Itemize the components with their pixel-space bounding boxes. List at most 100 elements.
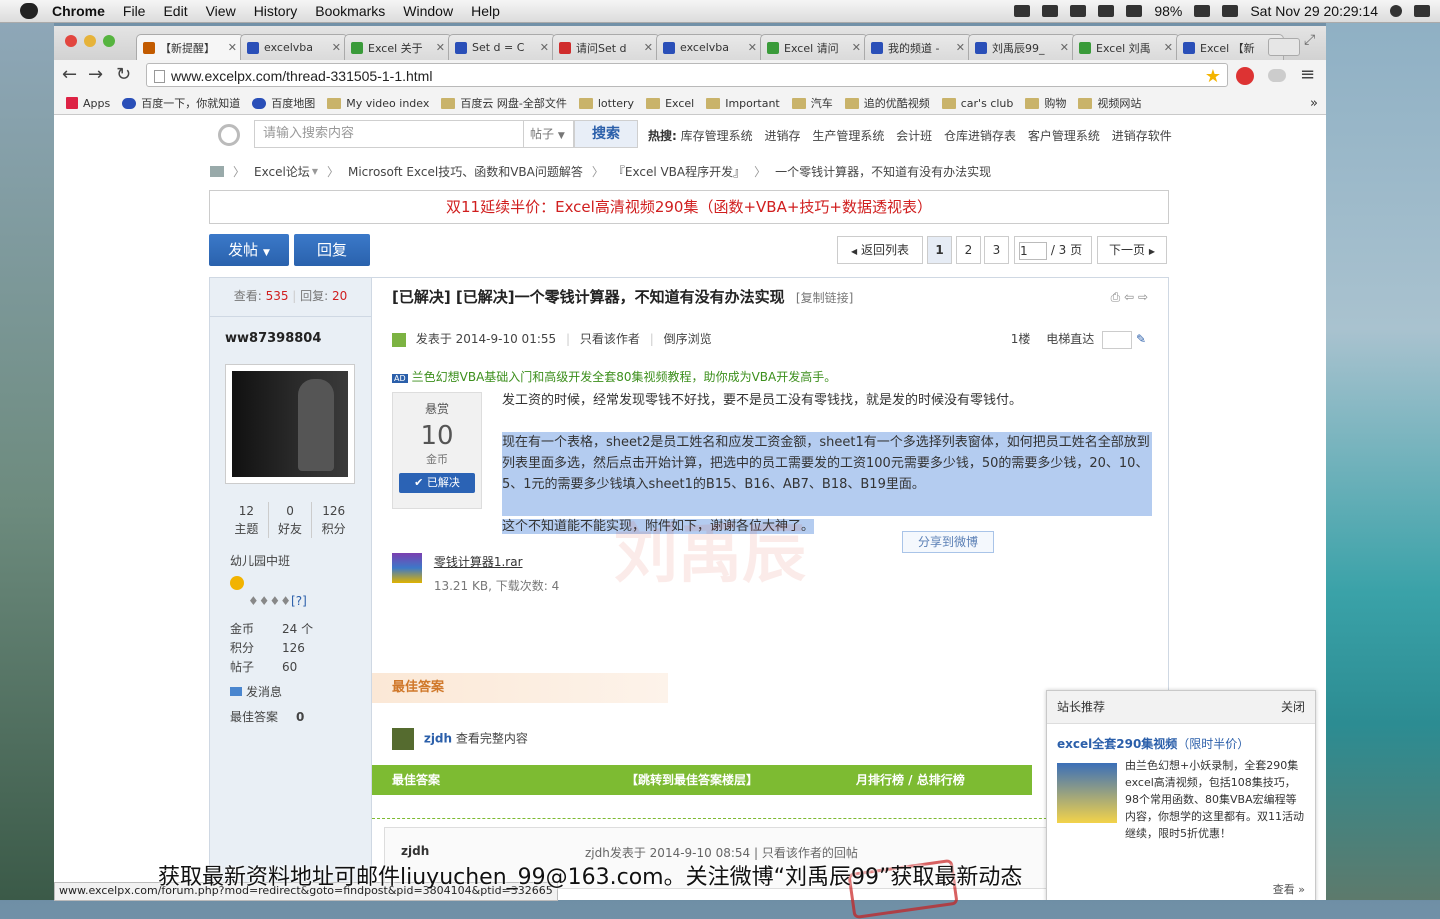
reload-button[interactable]: ↻: [116, 64, 131, 85]
close-tab-icon[interactable]: ✕: [332, 41, 341, 54]
post-ad-link[interactable]: AD 兰色幻想VBA基础入门和高级开发全套80集视频教程，助你成为VBA开发高手。: [392, 368, 836, 385]
floor-jump-go-icon[interactable]: ✎: [1136, 332, 1146, 346]
attachment-link[interactable]: 零钱计算器1.rar: [434, 555, 523, 569]
bookmark-item[interactable]: Important: [706, 97, 780, 110]
new-post-button[interactable]: 发帖 ▼: [209, 234, 289, 266]
forward-button[interactable]: →: [88, 64, 103, 85]
hot-link[interactable]: 生产管理系统: [812, 129, 884, 143]
hot-link[interactable]: 库存管理系统: [681, 129, 753, 143]
browser-tab[interactable]: Excel 刘禹 ✕: [1072, 34, 1180, 60]
menu-bookmarks[interactable]: Bookmarks: [315, 3, 385, 19]
browser-tab[interactable]: excelvba ✕: [240, 34, 348, 60]
bookmark-item[interactable]: 百度一下，你就知道: [122, 95, 240, 111]
bookmarks-overflow-icon[interactable]: »: [1310, 96, 1318, 111]
new-tab-button[interactable]: [1268, 38, 1300, 56]
send-message-link[interactable]: 发消息: [230, 683, 282, 700]
close-tab-icon[interactable]: ✕: [748, 41, 757, 54]
hot-link[interactable]: 客户管理系统: [1028, 129, 1100, 143]
menu-hamburger-icon[interactable]: ≡: [1300, 64, 1315, 85]
breadcrumb-section[interactable]: Microsoft Excel技巧、函数和VBA问题解答: [348, 163, 583, 180]
zoom-window-button[interactable]: [103, 35, 115, 47]
bookmark-item[interactable]: car's club: [941, 97, 1013, 110]
search-type-select[interactable]: 帖子 ▼: [524, 120, 574, 148]
hot-link[interactable]: 仓库进销存表: [944, 129, 1016, 143]
bookmark-item[interactable]: 百度地图: [252, 95, 315, 111]
only-author-link[interactable]: 只看该作者: [580, 332, 640, 346]
browser-tab[interactable]: 【新提醒】 ✕: [136, 34, 244, 60]
browser-tab[interactable]: excelvba ✕: [656, 34, 764, 60]
hot-link[interactable]: 会计班: [896, 129, 932, 143]
bluetooth-icon[interactable]: [1070, 5, 1087, 17]
browser-tab[interactable]: 刘禹辰99_ ✕: [968, 34, 1076, 60]
topics-count[interactable]: 12: [239, 504, 254, 518]
extension-icon[interactable]: [1236, 67, 1254, 85]
close-tab-icon[interactable]: ✕: [644, 41, 653, 54]
input-source-flag-icon[interactable]: [1222, 5, 1239, 17]
address-bar[interactable]: www.excelpx.com/thread-331505-1-1.html ★: [146, 63, 1228, 87]
bookmark-item[interactable]: 百度云 网盘-全部文件: [441, 95, 567, 111]
menu-window[interactable]: Window: [403, 3, 453, 19]
breadcrumb-forum[interactable]: Excel论坛: [254, 163, 310, 180]
extension-cloud-icon[interactable]: [1268, 69, 1286, 82]
recommend-close-button[interactable]: 关闭: [1281, 691, 1305, 723]
friends-count[interactable]: 0: [286, 504, 294, 518]
time-machine-icon[interactable]: [1042, 5, 1059, 17]
minimize-window-button[interactable]: [84, 35, 96, 47]
close-tab-icon[interactable]: ✕: [436, 41, 445, 54]
browser-tab[interactable]: Excel 请问 ✕: [760, 34, 868, 60]
page-1-button[interactable]: 1: [927, 236, 952, 264]
share-weibo-button[interactable]: 分享到微博: [902, 531, 994, 553]
points-count[interactable]: 126: [322, 504, 345, 518]
close-tab-icon[interactable]: ✕: [540, 41, 549, 54]
screen-recorder-icon[interactable]: [1014, 5, 1031, 17]
search-button[interactable]: 搜索: [574, 120, 638, 148]
menu-edit[interactable]: Edit: [163, 3, 187, 19]
copy-link-button[interactable]: [复制链接]: [796, 291, 853, 305]
recommend-more-link[interactable]: 查看 »: [1273, 881, 1305, 897]
rankings-link[interactable]: 月排行榜 / 总排行榜: [856, 765, 965, 795]
browser-tab[interactable]: Excel 关于 ✕: [344, 34, 452, 60]
bookmark-item[interactable]: My video index: [327, 97, 429, 110]
close-tab-icon[interactable]: ✕: [228, 41, 237, 54]
battery-icon[interactable]: [1194, 5, 1211, 17]
reverse-order-link[interactable]: 倒序浏览: [664, 332, 712, 346]
print-icon[interactable]: ⎙: [1111, 290, 1121, 304]
bookmark-item[interactable]: 视频网站: [1078, 95, 1141, 111]
wifi-icon[interactable]: [1098, 5, 1115, 17]
prev-thread-icon[interactable]: ⇦: [1124, 290, 1134, 304]
browser-tab[interactable]: 请问Set d ✕: [552, 34, 660, 60]
bookmark-item[interactable]: Excel: [646, 97, 694, 110]
medal-gems-icon[interactable]: ♦♦♦♦[?]: [248, 594, 307, 608]
browser-tab[interactable]: 我的频道 - ✕: [864, 34, 972, 60]
bookmark-item[interactable]: lottery: [578, 97, 634, 110]
bookmark-item[interactable]: Apps: [66, 97, 110, 110]
reply-button[interactable]: 回复: [294, 234, 370, 266]
best-answer-user[interactable]: zjdh: [424, 732, 452, 746]
view-full-link[interactable]: 查看完整内容: [456, 732, 528, 746]
notification-center-icon[interactable]: [1414, 5, 1430, 17]
search-input[interactable]: 请输入搜索内容: [254, 120, 524, 148]
next-page-button[interactable]: 下一页 ▶: [1097, 236, 1167, 264]
bookmark-star-icon[interactable]: ★: [1205, 64, 1221, 88]
avatar[interactable]: [225, 364, 355, 484]
bookmark-item[interactable]: 汽车: [791, 95, 833, 111]
jump-to-best-answer-link[interactable]: 【跳转到最佳答案楼层】: [626, 765, 758, 795]
close-tab-icon[interactable]: ✕: [956, 41, 965, 54]
recommend-item-title[interactable]: excel全套290集视频（限时半价）: [1057, 735, 1249, 752]
menu-file[interactable]: File: [123, 3, 146, 19]
volume-icon[interactable]: [1126, 5, 1143, 17]
battery-percent[interactable]: 98%: [1154, 3, 1182, 19]
close-tab-icon[interactable]: ✕: [1164, 41, 1173, 54]
menu-history[interactable]: History: [254, 3, 298, 19]
page-jump-input[interactable]: 1: [1019, 241, 1047, 260]
fullscreen-icon[interactable]: ⤢: [1304, 32, 1315, 48]
recommend-thumbnail[interactable]: [1057, 763, 1117, 823]
apple-icon[interactable]: [20, 3, 38, 19]
avatar[interactable]: [392, 728, 414, 750]
menu-clock[interactable]: Sat Nov 29 20:29:14: [1250, 3, 1378, 19]
menu-app-name[interactable]: Chrome: [52, 3, 105, 19]
close-window-button[interactable]: [65, 35, 77, 47]
post-content[interactable]: 发工资的时候，经常发现零钱不好找，要不是员工没有零钱找，就是发的时候没有零钱付。…: [502, 390, 1152, 537]
next-thread-icon[interactable]: ⇨: [1138, 290, 1148, 304]
hot-link[interactable]: 进销存软件: [1112, 129, 1172, 143]
